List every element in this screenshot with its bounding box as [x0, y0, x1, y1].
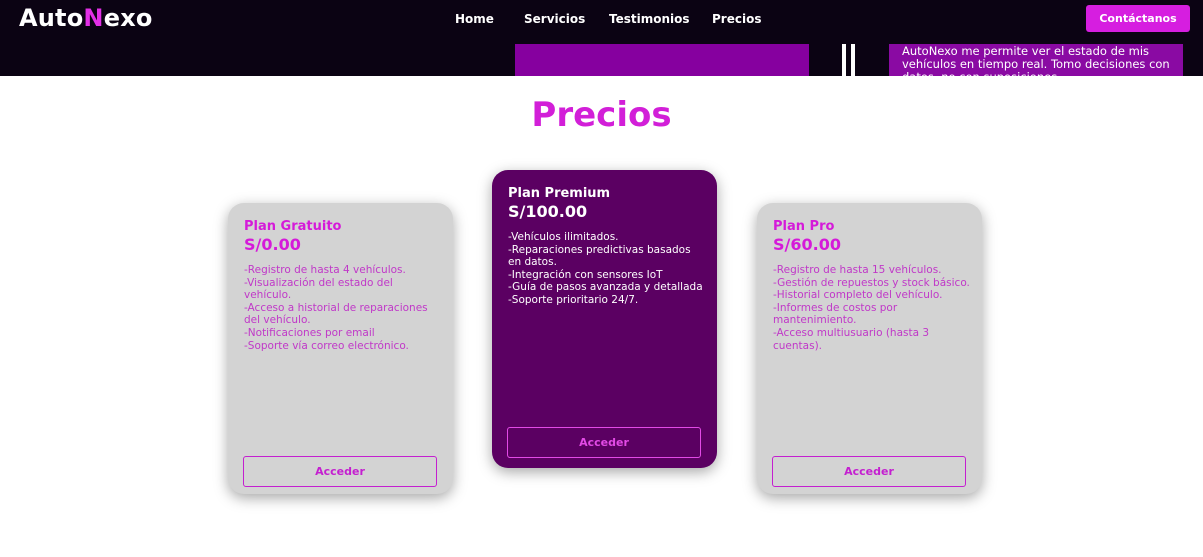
plan-card-pro: Plan Pro S/60.00 -Registro de hasta 15 v… [757, 203, 982, 494]
site-header: AutoNexo Home Servicios Testimonios Prec… [0, 0, 1203, 76]
feature-item: -Integración con sensores IoT [508, 268, 663, 281]
nav-link-testimonios[interactable]: Testimonios [609, 12, 690, 26]
feature-item: -Soporte prioritario 24/7. [508, 293, 639, 306]
autonexo-logo[interactable]: AutoNexo [19, 4, 153, 32]
plan-features: -Registro de hasta 15 vehículos. -Gestió… [773, 264, 970, 352]
plan-price: S/60.00 [773, 235, 841, 254]
feature-item: -Soporte vía correo electrónico. [244, 339, 409, 352]
plan-price: S/0.00 [244, 235, 301, 254]
acceder-button-gratuito[interactable]: Acceder [243, 456, 437, 487]
plan-name: Plan Gratuito [244, 219, 342, 234]
plan-price: S/100.00 [508, 202, 588, 221]
feature-item: -Acceso multiusuario (hasta 3 cuentas). [773, 326, 930, 352]
carousel-divider [842, 44, 856, 76]
acceder-button-premium[interactable]: Acceder [507, 427, 701, 458]
feature-item: -Visualización del estado del vehículo. [244, 276, 393, 302]
plan-features: -Vehículos ilimitados. -Reparaciones pre… [508, 231, 705, 307]
feature-item: -Vehículos ilimitados. [508, 231, 619, 243]
nav-link-home[interactable]: Home [455, 12, 494, 26]
testimonial-text: AutoNexo me permite ver el estado de mis… [902, 44, 1170, 77]
pricing-title: Precios [531, 95, 672, 135]
plan-card-premium: Plan Premium S/100.00 -Vehículos ilimita… [492, 170, 717, 468]
testimonial-card-peek: AutoNexo me permite ver el estado de mis… [889, 44, 1183, 76]
nav-link-servicios[interactable]: Servicios [524, 12, 585, 26]
feature-item: -Reparaciones predictivas basados en dat… [508, 243, 691, 269]
plan-name: Plan Pro [773, 219, 835, 234]
feature-item: -Gestión de repuestos y stock básico. [773, 276, 970, 289]
logo-text-exo: exo [103, 4, 153, 32]
feature-item: -Historial completo del vehículo. [773, 289, 943, 302]
nav-link-precios[interactable]: Precios [712, 12, 761, 26]
feature-item: -Registro de hasta 15 vehículos. [773, 264, 942, 276]
logo-text-auto: Auto [19, 4, 84, 32]
feature-item: -Guía de pasos avanzada y detallada [508, 281, 703, 294]
feature-item: -Registro de hasta 4 vehículos. [244, 264, 406, 276]
contact-button[interactable]: Contáctanos [1086, 5, 1190, 32]
acceder-button-pro[interactable]: Acceder [772, 456, 966, 487]
testimonial-slide-peek [515, 44, 809, 76]
plan-card-gratuito: Plan Gratuito S/0.00 -Registro de hasta … [228, 203, 453, 494]
feature-item: -Acceso a historial de reparaciones del … [244, 301, 428, 327]
plan-name: Plan Premium [508, 186, 611, 201]
feature-item: -Informes de costos por mantenimiento. [773, 301, 898, 327]
logo-text-n: N [83, 4, 104, 32]
feature-item: -Notificaciones por email [244, 326, 375, 339]
plan-features: -Registro de hasta 4 vehículos. -Visuali… [244, 264, 441, 352]
